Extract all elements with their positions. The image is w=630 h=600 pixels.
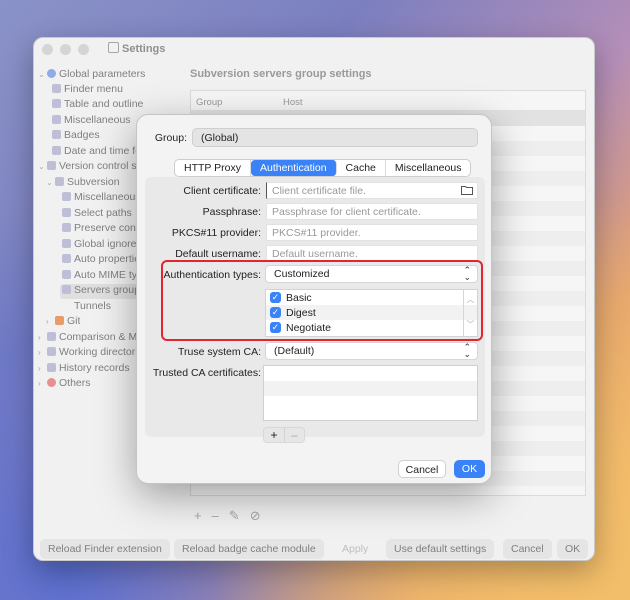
add-certificate-button[interactable]: + [264, 428, 284, 442]
trust-system-ca-label: Truse system CA: [177, 346, 261, 358]
sheet-ok-button[interactable]: OK [454, 460, 485, 478]
tab-miscellaneous[interactable]: Miscellaneous [386, 160, 471, 176]
default-username-label: Default username: [175, 248, 261, 260]
remove-certificate-button[interactable]: – [284, 428, 304, 442]
list-item[interactable] [264, 366, 477, 381]
trust-system-ca-popup[interactable]: (Default) ⌃ ⌄ [265, 342, 478, 360]
list-item[interactable] [264, 381, 477, 396]
add-remove-control: + – [263, 427, 305, 443]
passphrase-field[interactable]: Passphrase for client certificate. [266, 203, 478, 220]
trusted-ca-list[interactable] [263, 365, 478, 421]
client-certificate-label: Client certificate: [183, 185, 261, 197]
folder-icon[interactable] [461, 185, 473, 195]
passphrase-label: Passphrase: [202, 206, 261, 218]
trusted-ca-label: Trusted CA certificates: [152, 367, 261, 379]
auth-types-highlight [161, 260, 483, 341]
tab-http-proxy[interactable]: HTTP Proxy [175, 160, 251, 176]
group-field[interactable]: (Global) [192, 128, 478, 147]
list-item[interactable] [264, 396, 477, 411]
client-certificate-field[interactable]: Client certificate file. [266, 182, 478, 199]
pkcs-provider-label: PKCS#11 provider: [171, 227, 261, 239]
tab-cache[interactable]: Cache [337, 160, 386, 176]
sheet-cancel-button[interactable]: Cancel [398, 460, 446, 478]
chevron-up-down-icon: ⌃ ⌄ [463, 342, 471, 359]
pkcs-provider-field[interactable]: PKCS#11 provider. [266, 224, 478, 241]
tab-bar: HTTP Proxy Authentication Cache Miscella… [174, 159, 472, 177]
tab-authentication[interactable]: Authentication [250, 160, 337, 176]
server-group-sheet: Group: (Global) HTTP Proxy Authenticatio… [136, 114, 492, 484]
group-label: Group: [154, 132, 187, 144]
